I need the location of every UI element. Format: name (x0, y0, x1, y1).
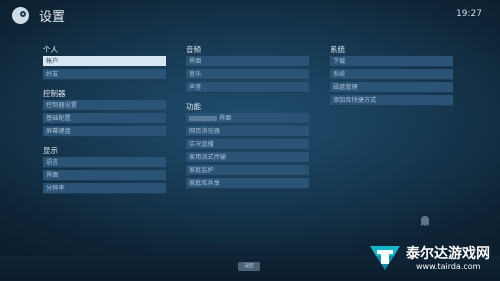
group-heading-controller: 控制器 (43, 89, 66, 98)
settings-item-disk-management[interactable]: 磁盘管理 (330, 82, 453, 93)
settings-column-2: 音频 界面 音乐 声音 功能 界面 网页浏览器 实况直播 家用流式传输 家庭监护… (186, 45, 309, 191)
settings-item-interface[interactable]: 界面 (43, 170, 166, 181)
top-bar: 设置 19:27 (0, 0, 500, 30)
settings-item-language[interactable]: 语言 (43, 157, 166, 168)
watermark-url: www.tairda.com (416, 262, 481, 271)
settings-item-audio-interface[interactable]: 界面 (186, 56, 309, 67)
tairda-logo-icon (368, 242, 402, 272)
settings-item-in-home-streaming[interactable]: 家用流式传输 (186, 152, 309, 163)
settings-item-resolution[interactable]: 分辨率 (43, 183, 166, 194)
page-title: 设置 (39, 10, 66, 25)
settings-item-broadcasting[interactable]: 实况直播 (186, 139, 309, 150)
settings-column-3: 系统 下载 系统 磁盘管理 添加库快捷方式 (330, 45, 453, 108)
settings-item-account[interactable]: 帐户 (43, 56, 166, 67)
steam-logo-icon (12, 7, 29, 24)
group-heading-system: 系统 (330, 45, 345, 54)
group-heading-audio: 音频 (186, 45, 201, 54)
settings-item-label: 界面 (219, 115, 232, 122)
settings-item-system[interactable]: 系统 (330, 69, 453, 80)
ghost-icon (418, 214, 432, 228)
group-heading-features: 功能 (186, 102, 201, 111)
redacted-text (189, 115, 217, 121)
settings-item-add-library-shortcut[interactable]: 添加库快捷方式 (330, 95, 453, 106)
settings-item-family-library-sharing[interactable]: 家庭库共享 (186, 178, 309, 189)
settings-item-friends[interactable]: 好友 (43, 69, 166, 80)
settings-column-1: 个人 帐户 好友 控制器 控制器设置 基础配置 屏幕键盘 显示 语言 界面 分辨… (43, 45, 166, 196)
settings-item-web-browser[interactable]: 网页浏览器 (186, 126, 309, 137)
settings-item-onscreen-keyboard[interactable]: 屏幕键盘 (43, 126, 166, 137)
group-heading-display: 显示 (43, 146, 58, 155)
watermark-name: 泰尔达游戏网 (406, 246, 490, 262)
settings-item-downloads[interactable]: 下载 (330, 56, 453, 67)
clock: 19:27 (456, 9, 482, 19)
settings-item-family-view[interactable]: 家庭监护 (186, 165, 309, 176)
settings-item-controller-settings[interactable]: 控制器设置 (43, 100, 166, 111)
group-heading-personal: 个人 (43, 45, 58, 54)
settings-item-feature-interface[interactable]: 界面 (186, 113, 309, 124)
settings-item-base-config[interactable]: 基础配置 (43, 113, 166, 124)
settings-item-sound[interactable]: 声音 (186, 82, 309, 93)
settings-item-music[interactable]: 音乐 (186, 69, 309, 80)
watermark: 泰尔达游戏网 www.tairda.com (368, 238, 496, 278)
back-button[interactable]: 返回 (238, 262, 260, 271)
